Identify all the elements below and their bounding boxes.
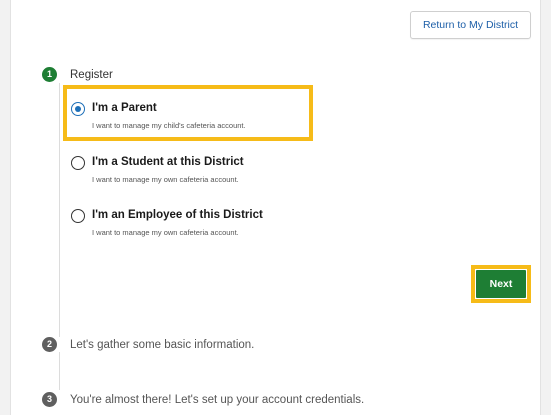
- return-to-district-button[interactable]: Return to My District: [410, 11, 531, 39]
- step-number-badge: 1: [42, 67, 57, 82]
- step-label: Register: [70, 68, 113, 81]
- step-connector: [59, 352, 60, 390]
- option-description: I want to manage my own cafeteria accoun…: [92, 175, 239, 184]
- option-employee[interactable]: I'm an Employee of this District I want …: [70, 202, 310, 242]
- registration-panel: Return to My District 1 Register I'm a P…: [10, 0, 541, 415]
- option-title: I'm an Employee of this District: [92, 209, 263, 221]
- next-button[interactable]: Next: [476, 270, 526, 298]
- step-number-badge: 3: [42, 392, 57, 407]
- option-title: I'm a Parent: [92, 102, 157, 114]
- option-description: I want to manage my own cafeteria accoun…: [92, 228, 239, 237]
- option-student[interactable]: I'm a Student at this District I want to…: [70, 149, 310, 189]
- parent-radio[interactable]: [71, 102, 85, 116]
- step-1: 1 Register: [42, 67, 113, 82]
- step-number-badge: 2: [42, 337, 57, 352]
- step-label: Let's gather some basic information.: [70, 338, 255, 351]
- option-title: I'm a Student at this District: [92, 156, 244, 168]
- step-connector: [59, 83, 60, 337]
- step-3: 3 You're almost there! Let's set up your…: [42, 392, 364, 407]
- employee-radio[interactable]: [71, 209, 85, 223]
- student-radio[interactable]: [71, 156, 85, 170]
- step-label: You're almost there! Let's set up your a…: [70, 393, 365, 406]
- step-2: 2 Let's gather some basic information.: [42, 337, 254, 352]
- option-description: I want to manage my child's cafeteria ac…: [92, 121, 246, 130]
- option-parent[interactable]: I'm a Parent I want to manage my child's…: [70, 95, 310, 135]
